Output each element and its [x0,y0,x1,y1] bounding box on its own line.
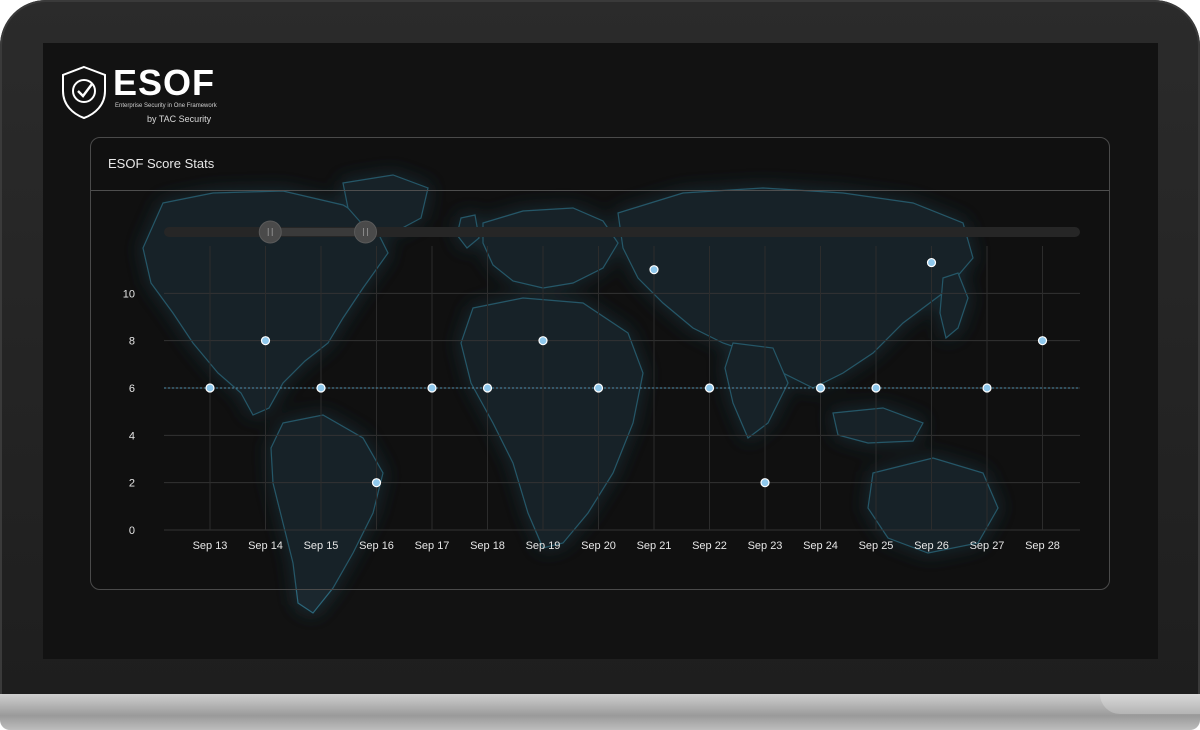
y-axis-ticks: 0 2 4 6 8 10 [123,288,135,537]
data-point[interactable] [760,478,770,488]
data-point[interactable] [205,383,215,393]
data-point[interactable] [649,265,659,275]
slider-selected-range [270,228,366,236]
x-tick-label: Sep 28 [1025,540,1060,552]
logo-tagline: Enterprise Security in One Framework [115,103,217,109]
x-tick-label: Sep 23 [748,540,783,552]
x-tick-label: Sep 14 [248,540,283,552]
y-tick-label: 4 [129,430,135,442]
score-chart: 0246810 Sep 13 Sep 14 Sep 15 Sep 16 Sep 17 Se… [123,220,1080,552]
data-point[interactable] [316,383,326,393]
data-point[interactable] [1037,336,1048,346]
x-tick-label: Sep 16 [359,540,394,552]
data-points [205,257,1048,488]
x-tick-label: Sep 26 [914,540,949,552]
data-point[interactable] [260,336,271,346]
screen: ESOF Enterprise Security in One Framewor… [43,43,1158,659]
laptop-base [0,694,1200,730]
x-tick-label: Sep 20 [581,540,616,552]
data-point[interactable] [926,257,937,268]
x-tick-label: Sep 18 [470,540,505,552]
x-tick-label: Sep 22 [692,540,727,552]
range-slider[interactable] [164,220,1080,244]
slider-handle-end[interactable] [354,220,378,244]
laptop-base-notch [1100,694,1200,714]
y-tick-label: 10 [123,288,135,300]
logo-byline: by TAC Security [147,114,212,124]
x-tick-label: Sep 27 [970,540,1005,552]
x-axis-ticks: Sep 13 Sep 14 Sep 15 Sep 16 Sep 17 Sep 18 Sep … [193,540,1060,552]
score-stats-card: ESOF Score Stats 0 2 4 6 8 10 Sep 13 Sep 1 [90,137,1110,590]
shield-check-icon [62,65,106,119]
x-tick-label: Sep 25 [859,540,894,552]
data-point[interactable] [982,383,992,393]
x-tick-label: Sep 13 [193,540,228,552]
data-point[interactable] [538,336,548,346]
x-tick-label: Sep 21 [637,540,672,552]
data-point[interactable] [371,478,382,488]
y-tick-label: 2 [129,478,135,490]
data-point[interactable] [593,383,604,393]
x-tick-label: Sep 24 [803,540,838,552]
slider-handle-start[interactable] [258,220,282,244]
logo-title: ESOF [113,62,216,103]
data-point[interactable] [871,383,881,393]
y-tick-label: 8 [129,336,135,348]
data-point[interactable] [704,383,715,393]
y-tick-label: 6 [129,383,135,395]
x-tick-label: Sep 15 [304,540,339,552]
esof-logo: ESOF Enterprise Security in One Framewor… [61,62,231,125]
data-point[interactable] [427,383,437,393]
data-point[interactable] [815,383,826,393]
y-tick-label: 0 [129,525,135,537]
data-point[interactable] [482,383,493,393]
x-tick-label: Sep 19 [526,540,561,552]
x-tick-label: Sep 17 [415,540,450,552]
